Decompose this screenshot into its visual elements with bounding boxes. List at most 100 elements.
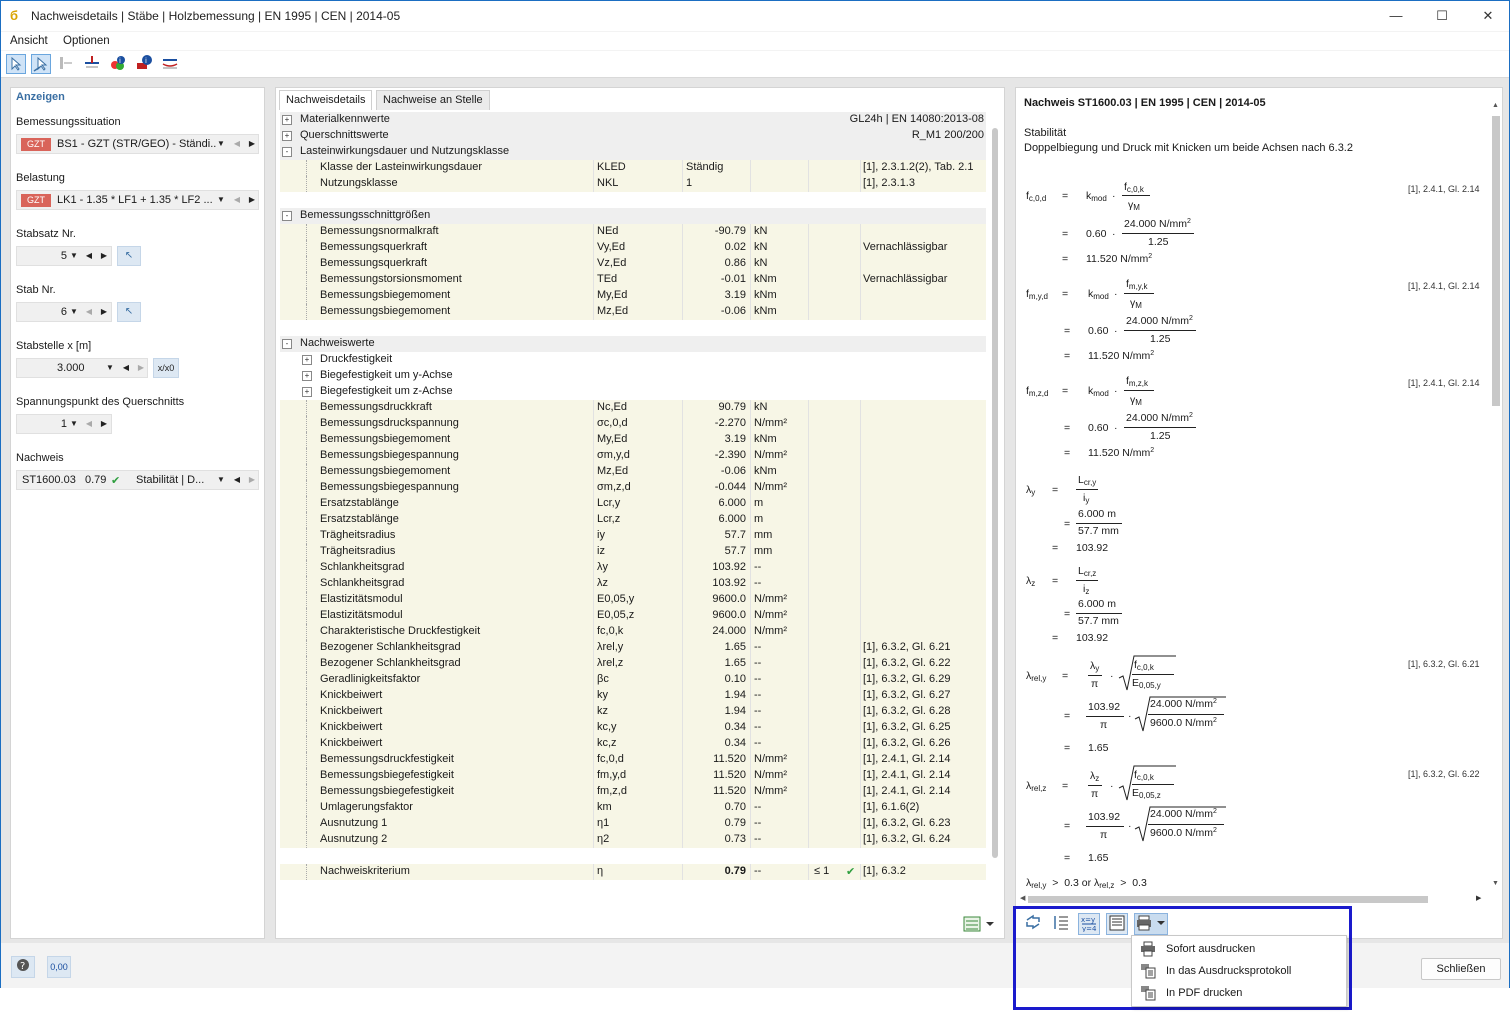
column-divider [808,576,809,592]
pick-member-set-button[interactable]: ↖ [117,246,141,266]
pick-member-button[interactable]: ↖ [117,302,141,322]
chevron-down-icon[interactable]: ▼ [67,247,81,265]
member-set-select[interactable]: 5 ▼ ◀ ▶ [16,246,112,266]
prev-arrow-icon[interactable]: ◀ [230,135,244,153]
table-row[interactable]: + Biegefestigkeit um y-Achse [280,368,986,384]
table-section-row[interactable]: - Nachweiswerte [280,336,986,352]
column-divider [682,576,683,592]
column-divider [750,688,751,704]
collapse-icon[interactable]: - [282,147,292,157]
row-symbol: ky [597,689,608,701]
scroll-left-icon[interactable]: ◀ [1020,894,1025,902]
prev-arrow-icon[interactable]: ◀ [82,247,96,265]
table-section-row[interactable]: - Lasteinwirkungsdauer und Nutzungsklasse [280,144,986,160]
number-format-button[interactable]: 0,00 [47,956,71,978]
export-table-button[interactable] [962,914,998,934]
chevron-down-icon[interactable]: ▼ [214,191,228,209]
table-row[interactable]: + Biegefestigkeit um z-Achse [280,384,986,400]
relative-location-button[interactable]: x/x0 [153,358,179,378]
collapse-icon[interactable]: - [282,339,292,349]
report-vertical-scrollbar[interactable]: ▲ ▼ [1490,102,1500,888]
expand-icon[interactable]: + [302,387,312,397]
expand-icon[interactable]: + [282,115,292,125]
expand-icon[interactable]: + [302,355,312,365]
line-settings-button[interactable] [161,54,181,74]
report-horizontal-scrollbar[interactable]: ◀ ▶ [1020,894,1486,904]
tree-line [306,176,308,192]
chevron-down-icon[interactable]: ▼ [103,359,117,377]
result-colors-button[interactable]: i [109,54,129,74]
column-divider [860,288,861,304]
next-arrow-icon[interactable]: ▶ [97,303,111,321]
tab-checks-at-location[interactable]: Nachweise an Stelle [376,90,490,110]
next-arrow-icon[interactable]: ▶ [245,135,259,153]
table-section-row[interactable]: - Bemessungsschnittgrößen [280,208,986,224]
member-info-button[interactable]: i [135,54,155,74]
menu-item-to-pdf[interactable]: In PDF drucken [1132,982,1346,1004]
stress-point-select[interactable]: 1 ▼ ◀ ▶ [16,414,112,434]
row-value: 11.520 [713,753,746,765]
row-label: Nachweiswerte [300,337,375,349]
help-button[interactable]: ? [11,956,35,978]
details-scrollbar[interactable] [992,128,998,858]
chevron-down-icon[interactable]: ▼ [214,135,228,153]
menu-item-to-report[interactable]: In das Ausdrucksprotokoll [1132,960,1346,982]
scroll-thumb[interactable] [1492,116,1500,406]
table-section-row[interactable]: + Querschnittswerte R_M1 200/200 [280,128,986,144]
column-divider [593,800,594,816]
row-label: Knickbeiwert [320,721,383,733]
details-panel: Nachweisdetails Nachweise an Stelle + Mat… [275,87,1005,939]
prev-arrow-icon[interactable]: ◀ [119,359,133,377]
member-select[interactable]: 6 ▼ ◀ ▶ [16,302,112,322]
maximize-button[interactable]: ☐ [1419,1,1465,31]
equals-sign: = [1064,518,1071,530]
column-divider [682,656,683,672]
chevron-down-icon[interactable]: ▼ [67,303,81,321]
minimize-button[interactable]: — [1373,1,1419,31]
close-button[interactable]: Schließen [1421,958,1501,980]
collapse-icon[interactable]: - [282,211,292,221]
menu-options[interactable]: Optionen [63,35,110,47]
prev-arrow-icon[interactable]: ◀ [230,191,244,209]
tab-check-details[interactable]: Nachweisdetails [279,90,373,110]
next-arrow-icon[interactable]: ▶ [97,415,111,433]
chevron-down-icon[interactable]: ▼ [214,471,228,489]
next-arrow-icon[interactable]: ▶ [97,247,111,265]
formula-value: 24.000 N/mm2 [1150,698,1217,710]
member-axis-button[interactable] [83,54,103,74]
prev-arrow-icon[interactable]: ◀ [230,471,244,489]
row-symbol: KLED [597,161,626,173]
menu-view[interactable]: Ansicht [10,35,48,47]
scroll-up-icon[interactable]: ▲ [1492,102,1499,109]
next-arrow-icon[interactable]: ▶ [245,471,259,489]
design-situation-select[interactable]: GZT BS1 - GZT (STR/GEO) - Ständi... ▼ ◀ … [16,134,259,154]
loading-select[interactable]: GZT LK1 - 1.35 * LF1 + 1.35 * LF2 ... ▼ … [16,190,259,210]
table-row: Bemessungsquerkraft Vy,Ed 0.02 kN Vernachläs… [280,240,986,256]
structure-button[interactable] [58,54,78,74]
multiply-dot: · [1110,780,1114,792]
scroll-right-icon[interactable]: ▶ [1476,894,1481,902]
check-select[interactable]: ST1600.03 0.79 ✔ Stabilität | D... ▼ ◀ ▶ [16,470,259,490]
column-divider [808,592,809,608]
column-divider [682,496,683,512]
prev-arrow-icon[interactable]: ◀ [82,415,96,433]
expand-icon[interactable]: + [282,131,292,141]
location-select[interactable]: 3.000 ▼ ◀ ▶ [16,358,148,378]
expand-icon[interactable]: + [302,371,312,381]
prev-arrow-icon[interactable]: ◀ [82,303,96,321]
close-window-button[interactable]: ✕ [1465,1,1511,31]
table-section-row[interactable]: + Materialkennwerte GL24h | EN 14080:2013-… [280,112,986,128]
row-value: 24.000 [712,625,746,637]
menu-item-print-now[interactable]: Sofort ausdrucken [1132,938,1346,960]
next-arrow-icon[interactable]: ▶ [134,359,148,377]
scroll-down-icon[interactable]: ▼ [1492,880,1499,887]
table-row[interactable]: + Druckfestigkeit [280,352,986,368]
fraction-line [1076,580,1098,581]
next-arrow-icon[interactable]: ▶ [245,191,259,209]
select-member-button[interactable] [31,54,51,74]
column-divider [808,640,809,656]
title-bar: б Nachweisdetails | Stäbe | Holzbemessun… [1,1,1509,31]
scroll-thumb[interactable] [1028,896,1428,903]
select-pointer-button[interactable] [6,54,26,74]
chevron-down-icon[interactable]: ▼ [67,415,81,433]
